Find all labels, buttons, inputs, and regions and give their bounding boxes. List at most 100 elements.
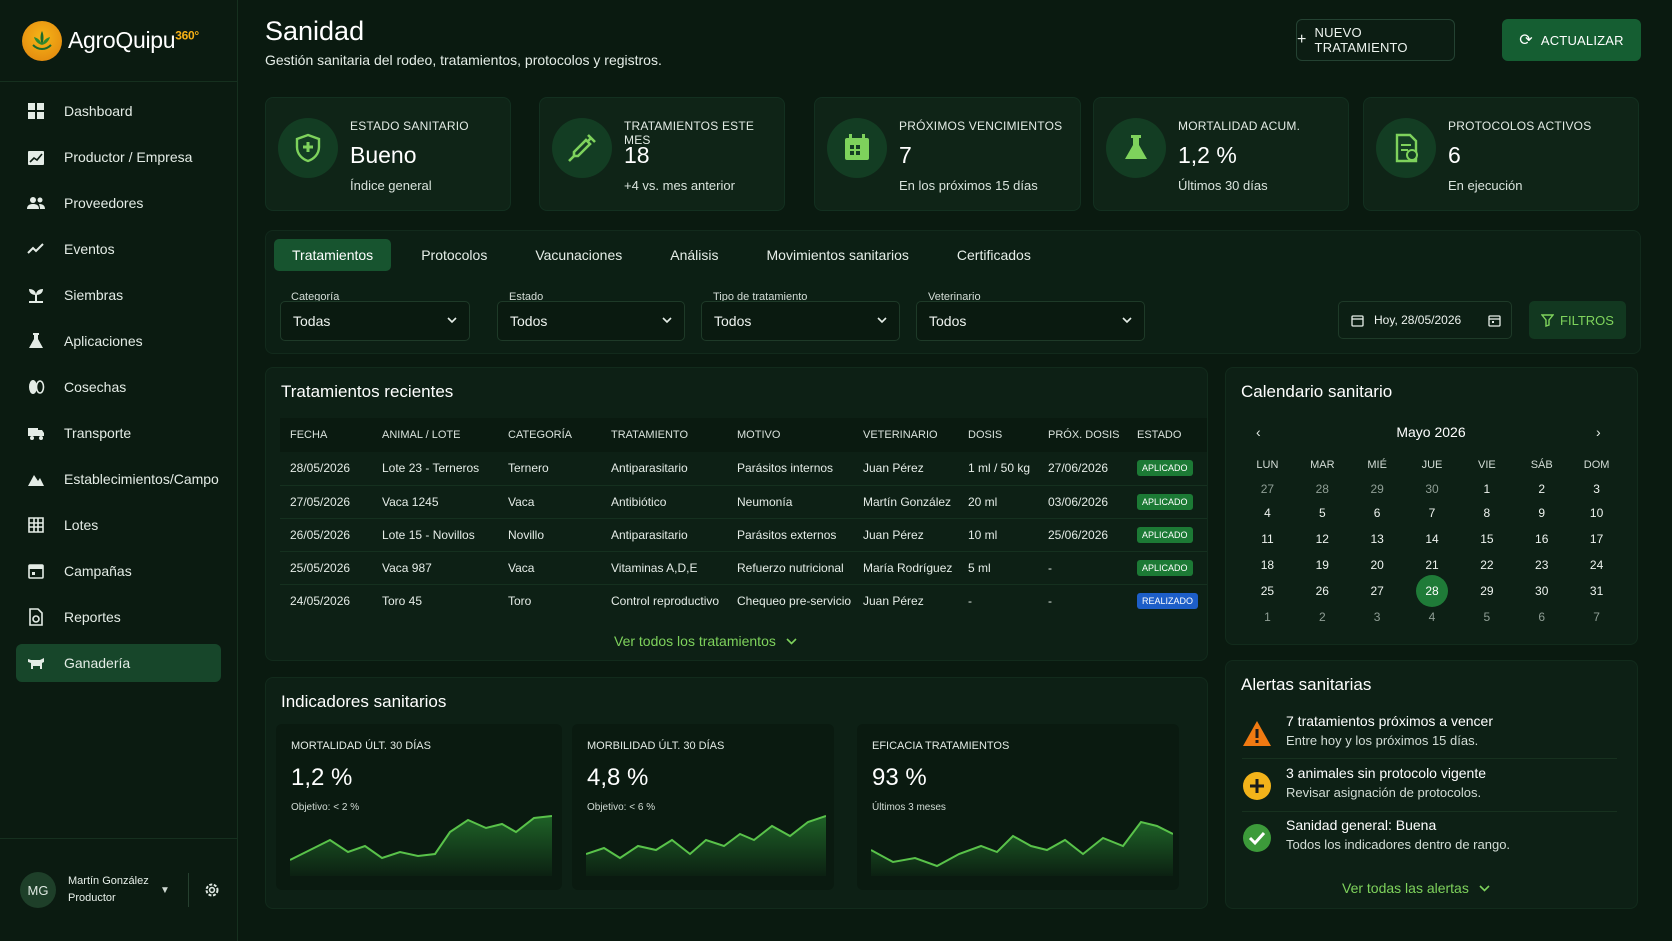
calendar-day[interactable]: 24: [1569, 558, 1624, 572]
calendar-day[interactable]: 16: [1514, 532, 1569, 546]
tab-movimientos[interactable]: Movimientos sanitarios: [749, 239, 927, 271]
calendar-day[interactable]: 29: [1350, 482, 1405, 496]
user-menu[interactable]: MG Martín González Productor ▼: [0, 838, 238, 941]
chevron-down-icon[interactable]: ▼: [160, 885, 170, 896]
sidebar-item-aplicaciones[interactable]: Aplicaciones: [16, 322, 221, 360]
sidebar-item-reportes[interactable]: Reportes: [16, 598, 221, 636]
sidebar-item-eventos[interactable]: Eventos: [16, 230, 221, 268]
calendar-day[interactable]: 17: [1569, 532, 1624, 546]
calendar-day[interactable]: 6: [1350, 506, 1405, 520]
status-select[interactable]: Todos: [497, 301, 685, 341]
sidebar-item-cosechas[interactable]: Cosechas: [16, 368, 221, 406]
vet-select[interactable]: Todos: [916, 301, 1145, 341]
table-row[interactable]: 26/05/2026 Lote 15 - Novillos Novillo Antip…: [280, 518, 1207, 552]
kpi-card-estado[interactable]: ESTADO SANITARIO Bueno Índice general: [265, 97, 511, 211]
calendar-day[interactable]: 2: [1295, 610, 1350, 624]
gear-icon[interactable]: [203, 881, 221, 899]
calendar-day[interactable]: 25: [1240, 584, 1295, 598]
calendar-day[interactable]: 22: [1459, 558, 1514, 572]
alert-item[interactable]: 3 animales sin protocolo vigente Revisar…: [1242, 765, 1622, 813]
calendar-day[interactable]: 20: [1350, 558, 1405, 572]
calendar-day[interactable]: 1: [1240, 610, 1295, 624]
date-picker[interactable]: Hoy, 28/05/2026: [1338, 301, 1512, 339]
table-row[interactable]: 27/05/2026 Vaca 1245 Vaca Antibiótico Neumon…: [280, 485, 1207, 519]
column-header[interactable]: VETERINARIO: [853, 418, 958, 452]
table-row[interactable]: 24/05/2026 Toro 45 Toro Control reproductiv…: [280, 584, 1207, 617]
calendar-day[interactable]: 1: [1459, 482, 1514, 496]
column-header[interactable]: DOSIS: [958, 418, 1038, 452]
calendar-day[interactable]: 30: [1514, 584, 1569, 598]
view-all-alerts-link[interactable]: Ver todas las alertas: [1342, 880, 1490, 896]
alert-item[interactable]: 7 tratamientos próximos a vencer Entre h…: [1242, 713, 1622, 761]
calendar-day[interactable]: 26: [1295, 584, 1350, 598]
calendar-day[interactable]: 18: [1240, 558, 1295, 572]
calendar-day[interactable]: 13: [1350, 532, 1405, 546]
alert-item[interactable]: Sanidad general: Buena Todos los indicad…: [1242, 817, 1622, 865]
column-header[interactable]: ANIMAL / LOTE: [372, 418, 498, 452]
tab-protocolos[interactable]: Protocolos: [403, 239, 505, 271]
kpi-card-tratamientos[interactable]: TRATAMIENTOS ESTE MES 18 +4 vs. mes ante…: [539, 97, 785, 211]
calendar-day[interactable]: 30: [1405, 482, 1460, 496]
category-select[interactable]: Todas: [280, 301, 470, 341]
calendar-day[interactable]: 28: [1295, 482, 1350, 496]
calendar-day[interactable]: 27: [1350, 584, 1405, 598]
calendar-day[interactable]: 23: [1514, 558, 1569, 572]
tab-analisis[interactable]: Análisis: [652, 239, 736, 271]
table-row[interactable]: 28/05/2026 Lote 23 - Terneros Ternero Antip…: [280, 452, 1207, 486]
calendar-day[interactable]: 2: [1514, 482, 1569, 496]
calendar-day[interactable]: 3: [1350, 610, 1405, 624]
update-button[interactable]: ⟳ ACTUALIZAR: [1502, 19, 1641, 61]
calendar-day[interactable]: 27: [1240, 482, 1295, 496]
indicator-mortalidad[interactable]: MORTALIDAD ÚLT. 30 DÍAS 1,2 % Objetivo: …: [276, 724, 562, 890]
kpi-card-protocolos[interactable]: PROTOCOLOS ACTIVOS 6 En ejecución: [1363, 97, 1639, 211]
column-header[interactable]: PRÓX. DOSIS: [1038, 418, 1127, 452]
sidebar-item-lotes[interactable]: Lotes: [16, 506, 221, 544]
sidebar-item-proveedores[interactable]: Proveedores: [16, 184, 221, 222]
logo[interactable]: AgroQuipu360°: [0, 0, 237, 82]
kpi-card-mortalidad[interactable]: MORTALIDAD ACUM. 1,2 % Últimos 30 días: [1093, 97, 1349, 211]
calendar-day[interactable]: 3: [1569, 482, 1624, 496]
calendar-day[interactable]: 11: [1240, 532, 1295, 546]
tab-vacunaciones[interactable]: Vacunaciones: [517, 239, 640, 271]
calendar-day[interactable]: 4: [1240, 506, 1295, 520]
calendar-day[interactable]: 21: [1405, 558, 1460, 572]
calendar-day[interactable]: 10: [1569, 506, 1624, 520]
calendar-day[interactable]: 7: [1569, 610, 1624, 624]
calendar-day[interactable]: 4: [1405, 610, 1460, 624]
sidebar-item-siembras[interactable]: Siembras: [16, 276, 221, 314]
treatment-type-select[interactable]: Todos: [701, 301, 900, 341]
calendar-icon[interactable]: [1488, 314, 1501, 327]
column-header[interactable]: ESTADO: [1127, 418, 1207, 452]
calendar-day[interactable]: 9: [1514, 506, 1569, 520]
sidebar-item-ganaderia[interactable]: Ganadería: [16, 644, 221, 682]
calendar-day[interactable]: 6: [1514, 610, 1569, 624]
calendar-day[interactable]: 29: [1459, 584, 1514, 598]
sidebar-item-dashboard[interactable]: Dashboard: [16, 92, 221, 130]
tab-certificados[interactable]: Certificados: [939, 239, 1049, 271]
avatar[interactable]: MG: [20, 872, 56, 908]
column-header[interactable]: MOTIVO: [727, 418, 853, 452]
calendar-day[interactable]: 14: [1405, 532, 1460, 546]
calendar-day-today[interactable]: 28: [1405, 575, 1460, 607]
calendar-day[interactable]: 8: [1459, 506, 1514, 520]
kpi-card-vencimientos[interactable]: PRÓXIMOS VENCIMIENTOS 7 En los próximos …: [814, 97, 1081, 211]
view-all-treatments-link[interactable]: Ver todos los tratamientos: [614, 633, 797, 649]
new-treatment-button[interactable]: + NUEVO TRATAMIENTO: [1296, 19, 1455, 61]
calendar-day[interactable]: 5: [1459, 610, 1514, 624]
calendar-day[interactable]: 31: [1569, 584, 1624, 598]
calendar-day[interactable]: 12: [1295, 532, 1350, 546]
sidebar-item-campanas[interactable]: Campañas: [16, 552, 221, 590]
sidebar-item-productor[interactable]: Productor / Empresa: [16, 138, 221, 176]
calendar-day[interactable]: 15: [1459, 532, 1514, 546]
table-row[interactable]: 25/05/2026 Vaca 987 Vaca Vitaminas A,D,E Ref…: [280, 551, 1207, 585]
calendar-day[interactable]: 7: [1405, 506, 1460, 520]
calendar-day[interactable]: 19: [1295, 558, 1350, 572]
calendar-day[interactable]: 5: [1295, 506, 1350, 520]
indicator-morbilidad[interactable]: MORBILIDAD ÚLT. 30 DÍAS 4,8 % Objetivo: …: [572, 724, 834, 890]
indicator-eficacia[interactable]: EFICACIA TRATAMIENTOS 93 % Últimos 3 mes…: [857, 724, 1179, 890]
chevron-right-icon[interactable]: ›: [1596, 424, 1601, 440]
filters-button[interactable]: FILTROS: [1529, 301, 1626, 339]
column-header[interactable]: FECHA: [280, 418, 372, 452]
tab-tratamientos[interactable]: Tratamientos: [274, 239, 392, 271]
column-header[interactable]: TRATAMIENTO: [601, 418, 727, 452]
